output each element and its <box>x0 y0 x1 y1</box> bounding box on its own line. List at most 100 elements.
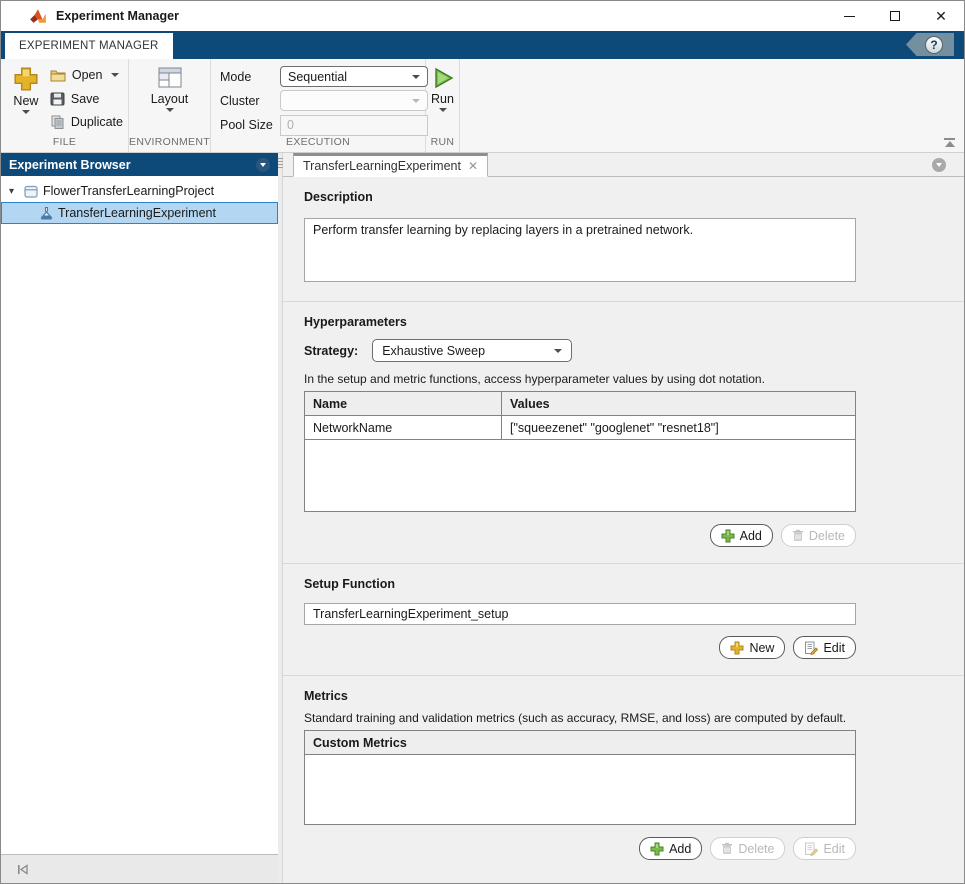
tab-transfer-learning-experiment[interactable]: TransferLearningExperiment ✕ <box>293 153 489 177</box>
maximize-icon <box>890 11 900 21</box>
document-actions-button[interactable] <box>932 158 946 172</box>
mode-caret <box>412 74 420 79</box>
document-tab-label: TransferLearningExperiment <box>303 159 461 173</box>
setup-function-heading: Setup Function <box>304 577 395 591</box>
strategy-caret <box>554 348 563 353</box>
new-function-plus-icon <box>730 641 744 654</box>
tab-close-icon[interactable]: ✕ <box>468 160 478 172</box>
hyperparameters-table-empty-area <box>304 440 856 512</box>
hyperparameter-add-button[interactable]: Add <box>709 524 773 547</box>
edit-icon <box>805 842 819 856</box>
hyperparameters-section: Hyperparameters Strategy: Exhaustive Swe… <box>283 302 964 564</box>
setup-new-button[interactable]: New <box>719 636 786 659</box>
duplicate-icon <box>51 115 64 129</box>
column-header-name[interactable]: Name <box>304 391 502 416</box>
run-section-label: RUN <box>430 136 455 148</box>
cluster-dropdown <box>280 90 428 112</box>
mode-dropdown[interactable]: Sequential <box>280 66 428 88</box>
open-folder-icon <box>50 70 66 81</box>
add-label: Add <box>739 528 762 543</box>
layout-label: Layout <box>150 92 189 106</box>
delete-label: Delete <box>738 841 775 856</box>
environment-section-label: ENVIRONMENT <box>129 136 210 148</box>
run-section: Run RUN <box>426 59 460 152</box>
pool-size-input <box>280 114 428 136</box>
add-label: Add <box>669 841 692 856</box>
open-button[interactable]: Open <box>50 65 123 85</box>
column-header-custom-metrics[interactable]: Custom Metrics <box>304 730 856 755</box>
project-icon <box>24 185 38 198</box>
setup-edit-button[interactable]: Edit <box>793 636 856 659</box>
experiment-tree: ▾ FlowerTransferLearningProject Transfer… <box>1 176 278 224</box>
save-icon <box>50 92 65 105</box>
window-title: Experiment Manager <box>56 9 179 23</box>
new-dropdown-caret <box>21 110 30 114</box>
tree-node-project[interactable]: ▾ FlowerTransferLearningProject <box>1 180 278 202</box>
experiment-browser-panel: Experiment Browser ▾ FlowerTransferLearn… <box>1 153 278 883</box>
hyperparameters-note: In the setup and metric functions, acces… <box>304 372 765 386</box>
description-section: Description Perform transfer learning by… <box>283 177 964 302</box>
project-label: FlowerTransferLearningProject <box>43 184 215 198</box>
panel-splitter[interactable] <box>278 153 283 883</box>
column-header-values[interactable]: Values <box>501 391 856 416</box>
tree-node-experiment[interactable]: TransferLearningExperiment <box>1 202 278 224</box>
close-button[interactable]: ✕ <box>918 1 964 31</box>
collapse-ribbon-button[interactable] <box>943 138 956 149</box>
expander-icon[interactable]: ▾ <box>9 186 19 197</box>
help-icon: ? <box>925 35 943 54</box>
metrics-add-button[interactable]: Add <box>639 837 703 860</box>
new-label: New <box>13 94 39 108</box>
experiment-manager-window: Experiment Manager ✕ EXPERIMENT MANAGER … <box>0 0 965 884</box>
experiment-browser-title: Experiment Browser <box>9 157 131 172</box>
open-label: Open <box>71 68 103 82</box>
save-label: Save <box>70 91 100 106</box>
layout-button[interactable]: Layout <box>150 63 189 136</box>
strategy-dropdown[interactable]: Exhaustive Sweep <box>372 339 573 362</box>
hyperparameters-table: Name Values NetworkName ["squeezenet" "g… <box>304 391 856 440</box>
run-button[interactable]: Run <box>431 63 455 136</box>
maximize-button[interactable] <box>872 1 918 31</box>
description-heading: Description <box>304 190 373 204</box>
browser-menu-button[interactable] <box>256 157 270 172</box>
strategy-value: Exhaustive Sweep <box>382 343 486 358</box>
chevron-down-icon <box>936 163 942 167</box>
cluster-label: Cluster <box>220 93 260 108</box>
metrics-table-empty-area <box>304 755 856 825</box>
pool-size-label: Pool Size <box>220 118 273 133</box>
setup-function-input[interactable] <box>304 603 856 625</box>
environment-section: Layout ENVIRONMENT <box>129 59 211 152</box>
mode-label: Mode <box>220 69 252 84</box>
duplicate-button[interactable]: Duplicate <box>50 112 123 132</box>
matlab-logo-icon <box>30 9 46 23</box>
run-label: Run <box>431 92 454 106</box>
edit-label: Edit <box>823 841 845 856</box>
tab-experiment-manager[interactable]: EXPERIMENT MANAGER <box>5 33 173 59</box>
experiment-definition: Description Perform transfer learning by… <box>283 177 964 883</box>
experiment-label: TransferLearningExperiment <box>58 206 216 220</box>
help-button[interactable]: ? <box>906 33 954 56</box>
new-plus-icon <box>14 67 38 91</box>
description-textarea[interactable]: Perform transfer learning by replacing l… <box>304 218 856 282</box>
metrics-note: Standard training and validation metrics… <box>304 711 847 725</box>
run-dropdown-caret <box>438 108 447 112</box>
layout-dropdown-caret <box>165 108 174 112</box>
metrics-edit-button: Edit <box>793 837 856 860</box>
edit-icon <box>805 641 819 655</box>
delete-label: Delete <box>808 528 845 543</box>
minimize-button[interactable] <box>826 1 872 31</box>
save-button[interactable]: Save <box>50 89 123 109</box>
collapse-ribbon-icon <box>944 138 955 140</box>
cluster-caret <box>412 98 420 103</box>
hyperparameter-delete-button: Delete <box>780 524 856 547</box>
run-icon <box>434 67 453 89</box>
setup-function-section: Setup Function New <box>283 564 964 676</box>
duplicate-label: Duplicate <box>70 115 123 129</box>
collapse-panel-icon[interactable] <box>17 863 28 875</box>
metrics-table: Custom Metrics <box>304 730 856 755</box>
hyperparameter-values-cell[interactable]: ["squeezenet" "googlenet" "resnet18"] <box>501 415 856 440</box>
new-button[interactable]: New <box>6 63 46 136</box>
experiment-browser-header: Experiment Browser <box>1 153 278 176</box>
hyperparameter-name-cell[interactable]: NetworkName <box>304 415 502 440</box>
table-row[interactable]: NetworkName ["squeezenet" "googlenet" "r… <box>304 415 856 440</box>
title-bar: Experiment Manager ✕ <box>1 1 964 31</box>
